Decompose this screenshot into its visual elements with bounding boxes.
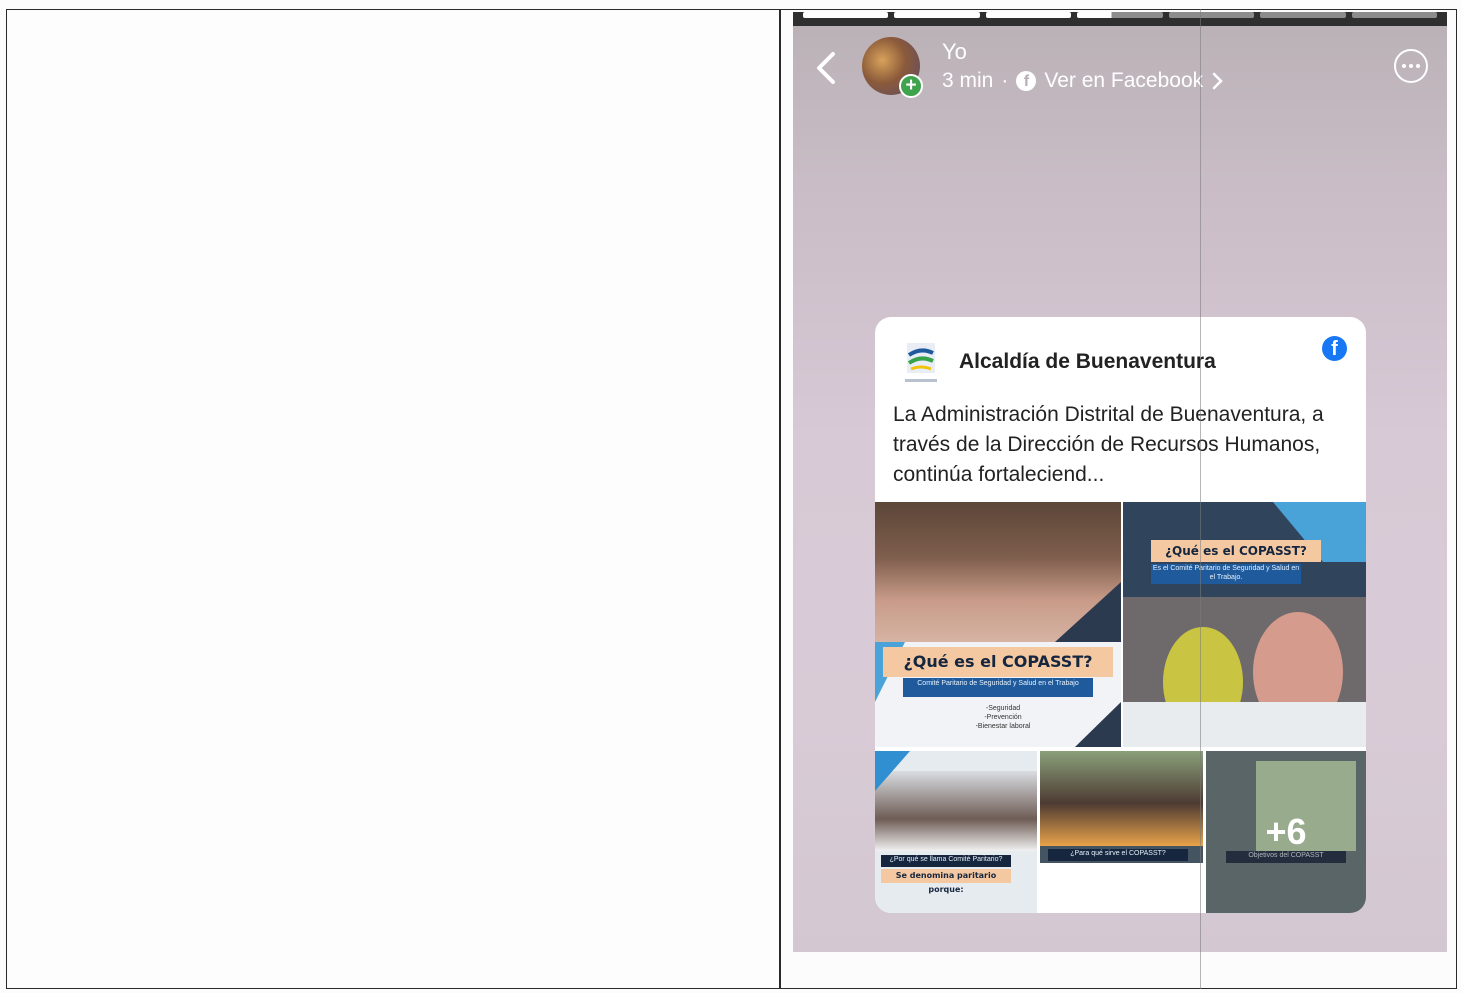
diagonal-decoration xyxy=(1123,502,1366,747)
view-on-facebook-link[interactable]: Ver en Facebook xyxy=(1044,69,1203,93)
progress-segment xyxy=(894,12,980,18)
page-name[interactable]: Alcaldía de Buenaventura xyxy=(959,350,1216,374)
photo4-text-area xyxy=(1040,863,1203,913)
photo1-bullet-2: -Prevención xyxy=(984,714,1022,721)
facebook-icon: f xyxy=(1016,71,1037,91)
photo1-bullet-1: -Seguridad xyxy=(985,705,1021,712)
progress-segment xyxy=(1168,12,1255,18)
more-photos-count[interactable]: +6 xyxy=(1206,751,1366,913)
post-photo-1[interactable]: ¿Qué es el COPASST? Comité Paritario de … xyxy=(875,502,1121,747)
photo3-subtitle: Se denomina paritario porque: xyxy=(881,869,1011,894)
photo1-title: ¿Qué es el COPASST? xyxy=(883,647,1113,677)
meta-separator: · xyxy=(1001,69,1009,92)
plus-icon[interactable]: + xyxy=(899,74,923,98)
progress-segment xyxy=(1260,12,1346,18)
photo1-subtitle: Comité Paritario de Seguridad y Salud en… xyxy=(903,678,1093,697)
post-photo-3[interactable]: ¿Por qué se llama Comité Paritario? Se d… xyxy=(875,751,1037,913)
more-options-icon[interactable] xyxy=(1394,49,1428,83)
story-progress-bar xyxy=(803,12,1437,18)
group-meeting-photo xyxy=(1040,751,1203,846)
post-photo-4[interactable]: ¿Para qué sirve el COPASST? xyxy=(1040,751,1203,913)
story-user-name[interactable]: Yo xyxy=(942,39,967,65)
story-time: 3 min xyxy=(942,69,994,92)
back-chevron-icon[interactable] xyxy=(811,48,841,88)
scan-artifact-line xyxy=(1200,9,1201,989)
story-viewer: + Yo 3 min · f Ver en Facebook Alcaldía … xyxy=(793,12,1447,952)
photo2-subtitle: Es el Comité Paritario de Seguridad y Sa… xyxy=(1151,564,1301,584)
post-text[interactable]: La Administración Distrital de Buenavent… xyxy=(893,400,1353,490)
table-divider xyxy=(779,9,781,989)
chevron-right-icon[interactable] xyxy=(1211,71,1225,91)
photo1-bullet-3: -Bienestar laboral xyxy=(975,723,1031,730)
post-photo-5[interactable]: Objetivos del COPASST +6 xyxy=(1206,751,1366,913)
photo2-title: ¿Qué es el COPASST? xyxy=(1151,540,1321,562)
progress-segment xyxy=(985,12,1072,18)
shared-post-card[interactable]: Alcaldía de Buenaventura f La Administra… xyxy=(875,317,1366,913)
photo3-title: ¿Por qué se llama Comité Paritario? xyxy=(881,855,1011,867)
story-meta: 3 min · f Ver en Facebook xyxy=(942,69,1225,93)
post-photo-2[interactable]: ¿Qué es el COPASST? Es el Comité Paritar… xyxy=(1123,502,1366,747)
page-logo-icon xyxy=(905,343,937,382)
progress-segment xyxy=(1351,12,1437,18)
photo4-title: ¿Para qué sirve el COPASST? xyxy=(1048,849,1188,861)
facebook-icon: f xyxy=(1322,336,1347,361)
progress-segment xyxy=(803,12,889,18)
progress-segment xyxy=(1077,12,1163,18)
